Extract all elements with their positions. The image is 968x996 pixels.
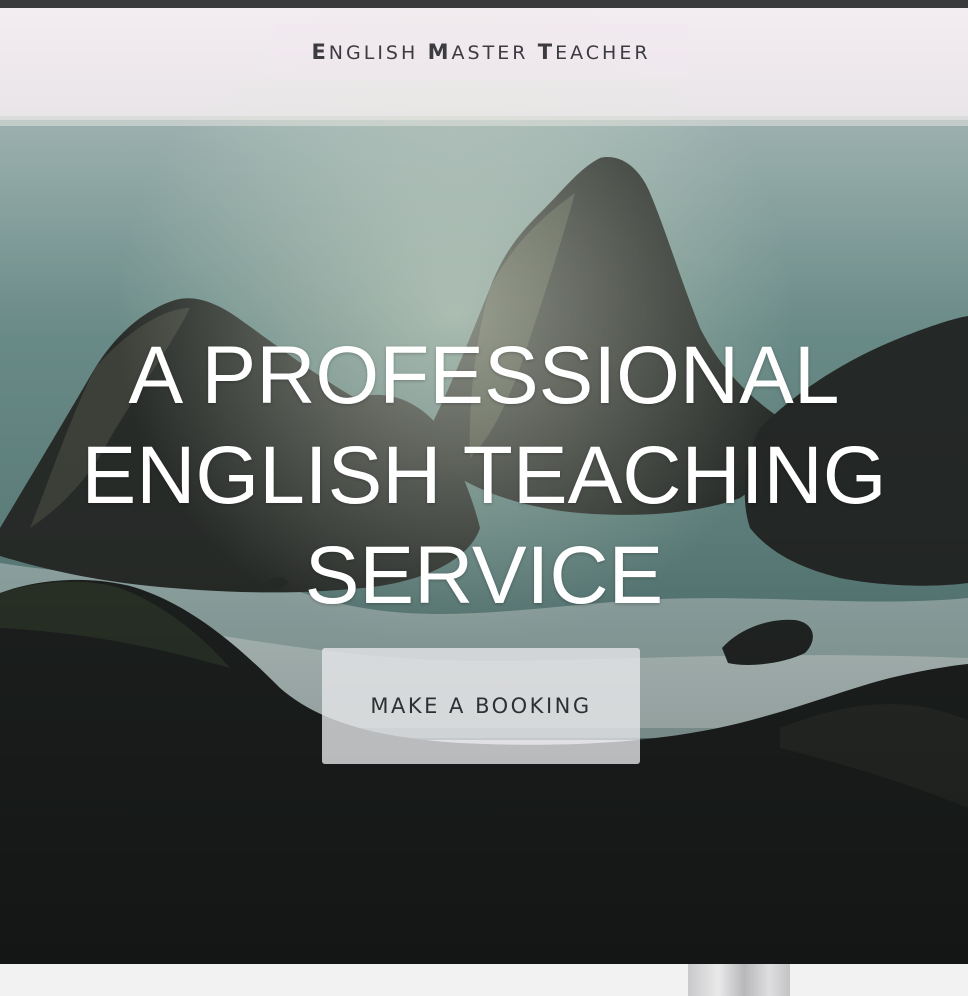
hero-headline: A PROFESSIONAL ENGLISH TEACHING SERVICE — [81, 330, 887, 621]
make-a-booking-button[interactable]: MAKE A BOOKING — [322, 648, 640, 764]
browser-top-bar — [0, 0, 968, 8]
next-section-image — [688, 964, 790, 996]
next-section-preview — [0, 964, 968, 996]
hero-section: ENGLISH MASTER TEACHER A PROFESSIONAL EN… — [0, 8, 968, 964]
site-logo-text: ENGLISH MASTER TEACHER — [311, 40, 651, 64]
site-logo[interactable]: ENGLISH MASTER TEACHER — [274, 24, 688, 80]
